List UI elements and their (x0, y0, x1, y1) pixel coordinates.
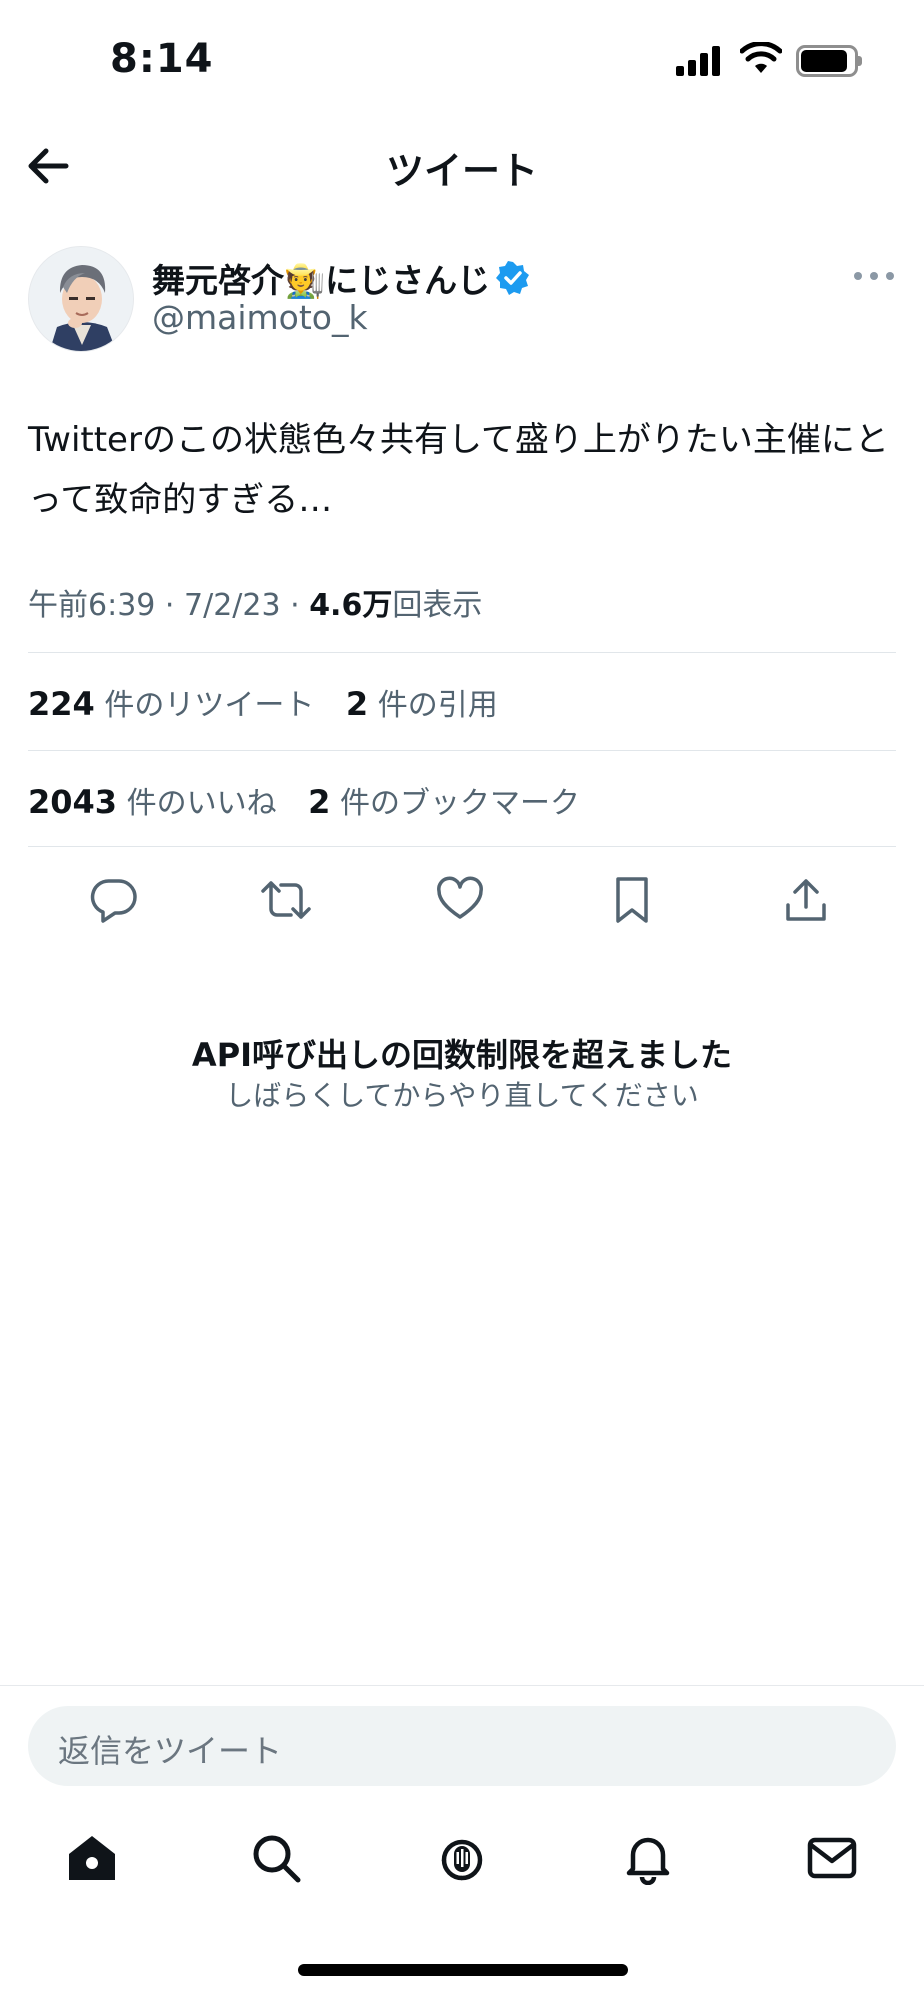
like-button[interactable] (432, 872, 488, 928)
error-title: API呼び出しの回数制限を超えました (191, 1036, 733, 1074)
author-name-text: 舞元啓介🧑‍🌾にじさんじ (152, 261, 491, 300)
wifi-icon (740, 42, 782, 73)
author-handle[interactable]: @maimoto_k (152, 298, 368, 337)
retweets-label: 件のリツイート (104, 688, 315, 723)
more-dot-icon (870, 272, 878, 280)
cellular-signal-icon (676, 46, 722, 76)
quotes-count: 2 (345, 685, 369, 723)
home-icon (69, 1836, 115, 1880)
likes-count: 2043 (28, 783, 118, 821)
more-dot-icon (886, 272, 894, 280)
views-label: 回表示 (392, 588, 483, 623)
reply-button[interactable] (86, 872, 142, 928)
tweet-date[interactable]: 7/2/23 (184, 588, 281, 623)
author-name[interactable]: 舞元啓介🧑‍🌾にじさんじ (152, 254, 530, 302)
home-indicator (298, 1964, 628, 1976)
retweets-stat[interactable]: 224 件のリツイート (28, 680, 314, 724)
meta-separator: · (164, 588, 184, 623)
battery-icon (796, 45, 862, 77)
more-options-button[interactable] (854, 266, 894, 286)
quotes-label: 件の引用 (377, 688, 498, 723)
messages-icon (807, 1837, 857, 1879)
engagement-row-retweets: 224 件のリツイート 2 件の引用 (28, 680, 520, 724)
avatar-illustration (29, 247, 133, 351)
tweet-meta: 午前6:39 · 7/2/23 · 4.6万回表示 (28, 580, 482, 624)
like-icon (437, 876, 483, 919)
page-title: ツイート (385, 149, 538, 193)
tweet-time[interactable]: 午前6:39 (28, 588, 155, 623)
tab-spaces[interactable] (432, 1828, 492, 1888)
divider (28, 846, 896, 847)
reply-input[interactable]: 返信をツイート (28, 1706, 896, 1786)
quotes-stat[interactable]: 2 件の引用 (346, 680, 498, 724)
share-button[interactable] (778, 872, 834, 928)
divider (28, 750, 896, 751)
reply-placeholder: 返信をツイート (58, 1732, 283, 1770)
reply-icon (90, 879, 137, 923)
bookmarks-label: 件のブックマーク (339, 786, 580, 821)
tab-home[interactable] (62, 1828, 122, 1888)
share-icon (786, 879, 826, 921)
spaces-icon (441, 1839, 483, 1881)
retweet-icon (261, 881, 311, 919)
header: ツイート (0, 120, 924, 210)
status-time: 8:14 (110, 36, 214, 82)
avatar[interactable] (28, 246, 134, 352)
tweet-text: Twitterのこの状態色々共有して盛り上がりたい主催にとって致命的すぎる… (28, 420, 889, 520)
tab-notifications[interactable] (618, 1828, 678, 1888)
engagement-row-likes: 2043 件のいいね 2 件のブックマーク (28, 778, 602, 822)
likes-label: 件のいいね (126, 786, 277, 821)
search-icon (253, 1835, 301, 1883)
tab-messages[interactable] (802, 1828, 862, 1888)
bookmarks-stat[interactable]: 2 件のブックマーク (308, 778, 580, 822)
tweet-actions (0, 872, 924, 932)
divider (0, 1685, 924, 1686)
tab-search[interactable] (246, 1828, 306, 1888)
verified-badge-icon (496, 261, 530, 295)
bookmarks-count: 2 (308, 783, 331, 821)
views-count: 4.6万 (309, 588, 393, 623)
status-bar: 8:14 (0, 0, 924, 120)
retweet-button[interactable] (258, 872, 314, 928)
bottom-tab-bar (0, 1820, 924, 1910)
likes-stat[interactable]: 2043 件のいいね (28, 778, 277, 822)
divider (28, 652, 896, 653)
notifications-icon (626, 1837, 670, 1885)
more-dot-icon (854, 272, 862, 280)
retweets-count: 224 (28, 685, 95, 723)
error-subtitle: しばらくしてからやり直してください (225, 1079, 699, 1112)
bookmark-button[interactable] (604, 872, 660, 928)
bookmark-icon (616, 877, 648, 923)
meta-separator: · (290, 588, 310, 623)
